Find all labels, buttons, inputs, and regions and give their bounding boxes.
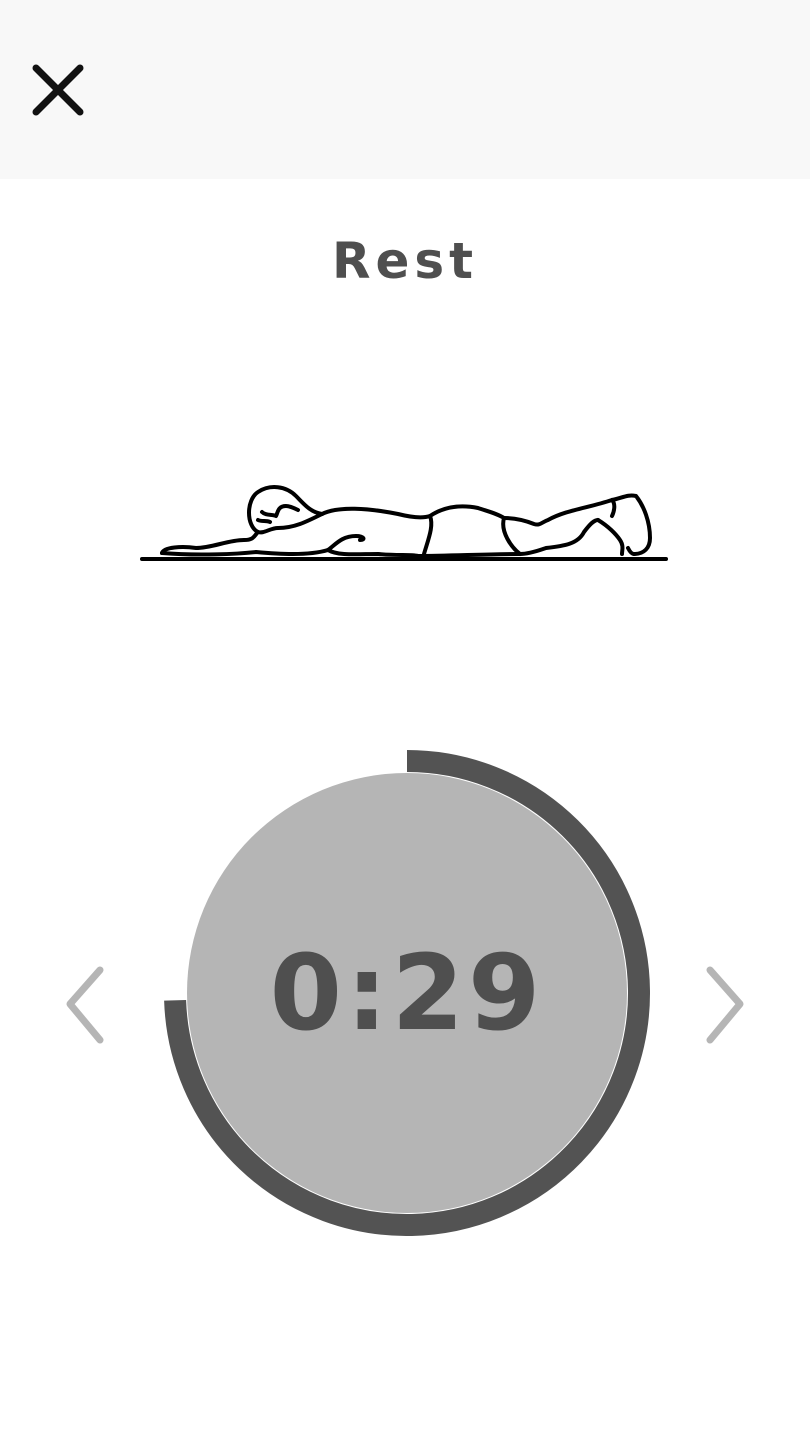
close-button[interactable] <box>22 54 94 126</box>
timer-display: 0:29 <box>269 932 545 1054</box>
chevron-left-icon <box>66 966 104 1044</box>
chevron-right-icon <box>706 966 744 1044</box>
top-bar <box>0 0 810 179</box>
countdown-timer[interactable]: 0:29 <box>164 750 650 1236</box>
exercise-title: Rest <box>331 232 479 290</box>
previous-button[interactable] <box>56 960 116 1046</box>
rest-illustration <box>138 478 672 566</box>
close-icon <box>32 64 84 116</box>
person-lying-prone-icon <box>140 485 668 561</box>
next-button[interactable] <box>694 960 754 1046</box>
